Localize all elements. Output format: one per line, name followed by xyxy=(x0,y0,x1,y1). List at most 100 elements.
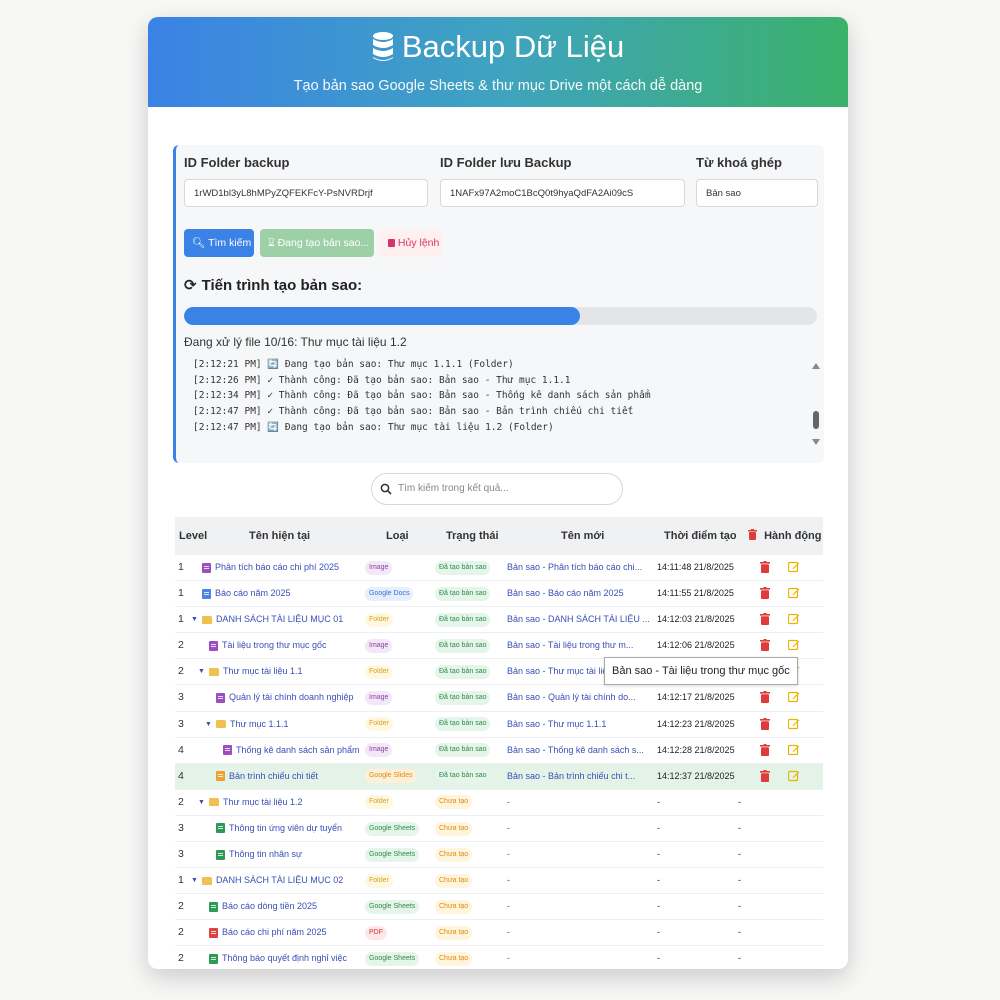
row-created-at: 14:12:03 21/8/2025 xyxy=(657,614,735,625)
row-current-name[interactable]: ▼Phân tích báo cáo chi phí 2025 xyxy=(191,555,339,580)
table-row[interactable]: 2 ▼Báo cáo chi phí năm 2025 PDF Chưa tạo - - - xyxy=(175,920,823,947)
edit-icon[interactable] xyxy=(787,561,800,573)
row-current-name[interactable]: ▼ Thư mục 1.1.1 xyxy=(205,712,289,737)
table-row[interactable]: 2 ▼ Thư mục tài liệu 1.2 Folder Chưa tạo - - - xyxy=(175,790,823,816)
table-row[interactable]: 3 ▼ Thư mục 1.1.1 Folder Đã tạo bản sao Bản s… xyxy=(175,712,823,738)
table-row[interactable]: 1 ▼Phân tích báo cáo chi phí 2025 Image Đã … xyxy=(175,555,823,582)
row-current-name[interactable]: ▼Thống kê danh sách sản phẩm xyxy=(212,738,360,763)
row-new-name[interactable]: Bản sao - Quản lý tài chính do... xyxy=(507,685,636,710)
row-new-name[interactable]: - xyxy=(507,790,510,815)
row-current-name[interactable]: ▼Bản trình chiếu chi tiết xyxy=(205,764,318,789)
edit-icon[interactable] xyxy=(787,691,800,703)
expand-toggle-icon[interactable]: ▼ xyxy=(205,712,212,737)
edit-icon[interactable] xyxy=(787,718,800,730)
table-row[interactable]: 2 ▼Thông báo quyết định nghỉ việc Google S… xyxy=(175,946,823,969)
folder-save-input[interactable]: 1NAFx97A2moC1BcQ0t9hyaQdFA2Ai09cS xyxy=(440,179,685,207)
row-type: Google Docs xyxy=(365,581,414,606)
row-new-name[interactable]: - xyxy=(507,816,510,841)
delete-icon[interactable] xyxy=(760,769,770,782)
row-created-at: 14:12:28 21/8/2025 xyxy=(657,744,735,755)
row-current-name[interactable]: ▼Báo cáo chi phí năm 2025 xyxy=(198,920,327,945)
delete-icon[interactable] xyxy=(760,691,770,704)
log-scroll-down-arrow[interactable] xyxy=(812,439,820,445)
app-header: Backup Dữ Liệu Tạo bản sao Google Sheets… xyxy=(148,17,848,107)
row-created-at: 14:12:17 21/8/2025 xyxy=(657,692,735,703)
row-name-text: Thư mục 1.1.1 xyxy=(229,718,289,729)
delete-icon[interactable] xyxy=(760,639,770,652)
expand-toggle-icon[interactable]: ▼ xyxy=(191,868,198,893)
row-new-name[interactable]: Bản sao - Thống kê danh sách s... xyxy=(507,738,644,763)
table-row[interactable]: 3 ▼Thông tin nhân sự Google Sheets Chưa tạo… xyxy=(175,842,823,869)
row-new-name[interactable]: Bản sao - Bản trình chiếu chi t... xyxy=(507,764,635,789)
table-row[interactable]: 1 ▼ DANH SÁCH TÀI LIỆU MỤC 02 Folder Chưa tạ… xyxy=(175,868,823,895)
row-new-name[interactable]: - xyxy=(507,920,510,945)
expand-toggle-icon[interactable]: ▼ xyxy=(191,607,198,632)
row-current-name[interactable]: ▼ Thư mục tài liệu 1.2 xyxy=(198,790,303,815)
table-row[interactable]: 2 ▼Tài liệu trong thư mục gốc Image Đã tạo … xyxy=(175,633,823,660)
delete-icon[interactable] xyxy=(760,587,770,600)
row-new-name[interactable]: Bản sao - Phân tích báo cáo chi... xyxy=(507,555,642,580)
row-status: Đã tạo bản sao xyxy=(435,712,491,737)
status-tag: Đã tạo bản sao xyxy=(435,612,491,627)
table-row[interactable]: 3 ▼Quản lý tài chính doanh nghiệp Image Đã … xyxy=(175,685,823,712)
row-current-name[interactable]: ▼ DANH SÁCH TÀI LIỆU MỤC 01 xyxy=(191,607,343,632)
row-new-name[interactable]: - xyxy=(507,868,510,893)
status-tag: Đã tạo bản sao xyxy=(435,769,491,784)
row-current-name[interactable]: ▼Báo cáo dòng tiền 2025 xyxy=(198,894,317,919)
row-current-name[interactable]: ▼Thông tin ứng viên dự tuyển xyxy=(205,816,342,841)
log-line: [2:12:26 PM] ✓ Thành công: Đã tạo bản sa… xyxy=(193,374,571,386)
edit-icon[interactable] xyxy=(787,744,800,756)
table-row[interactable]: 4 ▼Thống kê danh sách sản phẩm Image Đã tạo… xyxy=(175,738,823,764)
row-level: 4 xyxy=(178,743,184,756)
edit-icon[interactable] xyxy=(787,587,800,599)
table-row[interactable]: 4 ▼Bản trình chiếu chi tiết Google Slides Đ… xyxy=(175,763,823,790)
log-scrollbar-thumb[interactable] xyxy=(813,411,819,429)
table-row[interactable]: 3 ▼Thông tin ứng viên dự tuyển Google Shee… xyxy=(175,816,823,843)
row-new-name[interactable]: Bản sao - Tài liệu trong thư m... xyxy=(507,633,633,658)
table-row[interactable]: 1 ▼ DANH SÁCH TÀI LIỆU MỤC 01 Folder Đã tạo … xyxy=(175,607,823,634)
col-new-name: Tên mới xyxy=(561,530,605,542)
search-button[interactable]: 🔍︎ Tìm kiếm xyxy=(184,229,254,257)
row-current-name[interactable]: ▼ Thư mục tài liệu 1.1 xyxy=(198,659,303,684)
folder-backup-input[interactable]: 1rWD1bl3yL8hMPyZQFEKFcY-PsNVRDrjf xyxy=(184,179,428,207)
cancel-button[interactable]: Hủy lệnh xyxy=(380,229,442,257)
row-level: 2 xyxy=(178,926,184,939)
row-new-name[interactable]: Bản sao - Báo cáo năm 2025 xyxy=(507,581,624,606)
row-current-name[interactable]: ▼Thông báo quyết định nghỉ việc xyxy=(198,946,347,969)
row-current-name[interactable]: ▼Thông tin nhân sự xyxy=(205,842,302,867)
row-current-name[interactable]: ▼ DANH SÁCH TÀI LIỆU MỤC 02 xyxy=(191,868,343,893)
edit-icon[interactable] xyxy=(787,639,800,651)
edit-icon[interactable] xyxy=(787,770,800,782)
row-created-at: 14:11:48 21/8/2025 xyxy=(657,562,734,572)
type-tag: Folder xyxy=(365,717,393,732)
row-current-name[interactable]: ▼Tài liệu trong thư mục gốc xyxy=(198,633,327,658)
creating-copy-button[interactable]: ⌛︎ Đang tạo bản sao... xyxy=(260,229,374,257)
expand-toggle-icon[interactable]: ▼ xyxy=(198,659,205,684)
search-icon xyxy=(380,483,392,495)
expand-toggle-icon[interactable]: ▼ xyxy=(198,790,205,815)
results-search-input[interactable]: Tìm kiếm trong kết quả... xyxy=(371,473,623,505)
row-level: 2 xyxy=(178,795,184,808)
row-new-name[interactable]: - xyxy=(507,946,510,969)
row-new-name[interactable]: - xyxy=(507,842,510,867)
row-current-name[interactable]: ▼Quản lý tài chính doanh nghiệp xyxy=(205,685,354,710)
row-new-name[interactable]: Bản sao - Thư mục 1.1.1 xyxy=(507,712,606,737)
delete-icon[interactable] xyxy=(760,561,770,573)
progress-bar-fill xyxy=(184,307,580,325)
log-scroll-up-arrow[interactable] xyxy=(812,363,820,369)
row-type: Google Slides xyxy=(365,764,417,789)
edit-icon[interactable] xyxy=(787,613,800,625)
delete-icon[interactable] xyxy=(760,717,770,730)
row-new-name[interactable]: - xyxy=(507,894,510,919)
keyword-input[interactable]: Bản sao xyxy=(696,179,818,207)
row-type: Image xyxy=(365,633,393,658)
sheets-file-icon xyxy=(215,849,225,860)
delete-icon[interactable] xyxy=(760,613,770,626)
delete-icon[interactable] xyxy=(760,743,770,756)
table-row[interactable]: 1 ▼Báo cáo năm 2025 Google Docs Đã tạo bản … xyxy=(175,581,823,608)
row-new-name[interactable]: Bản sao - DANH SÁCH TÀI LIỆU ... xyxy=(507,607,650,632)
type-tag: Google Slides xyxy=(365,769,417,784)
row-current-name[interactable]: ▼Báo cáo năm 2025 xyxy=(191,581,291,606)
row-name-text: Tài liệu trong thư mục gốc xyxy=(221,640,327,651)
table-row[interactable]: 2 ▼Báo cáo dòng tiền 2025 Google Sheets Chư… xyxy=(175,894,823,921)
